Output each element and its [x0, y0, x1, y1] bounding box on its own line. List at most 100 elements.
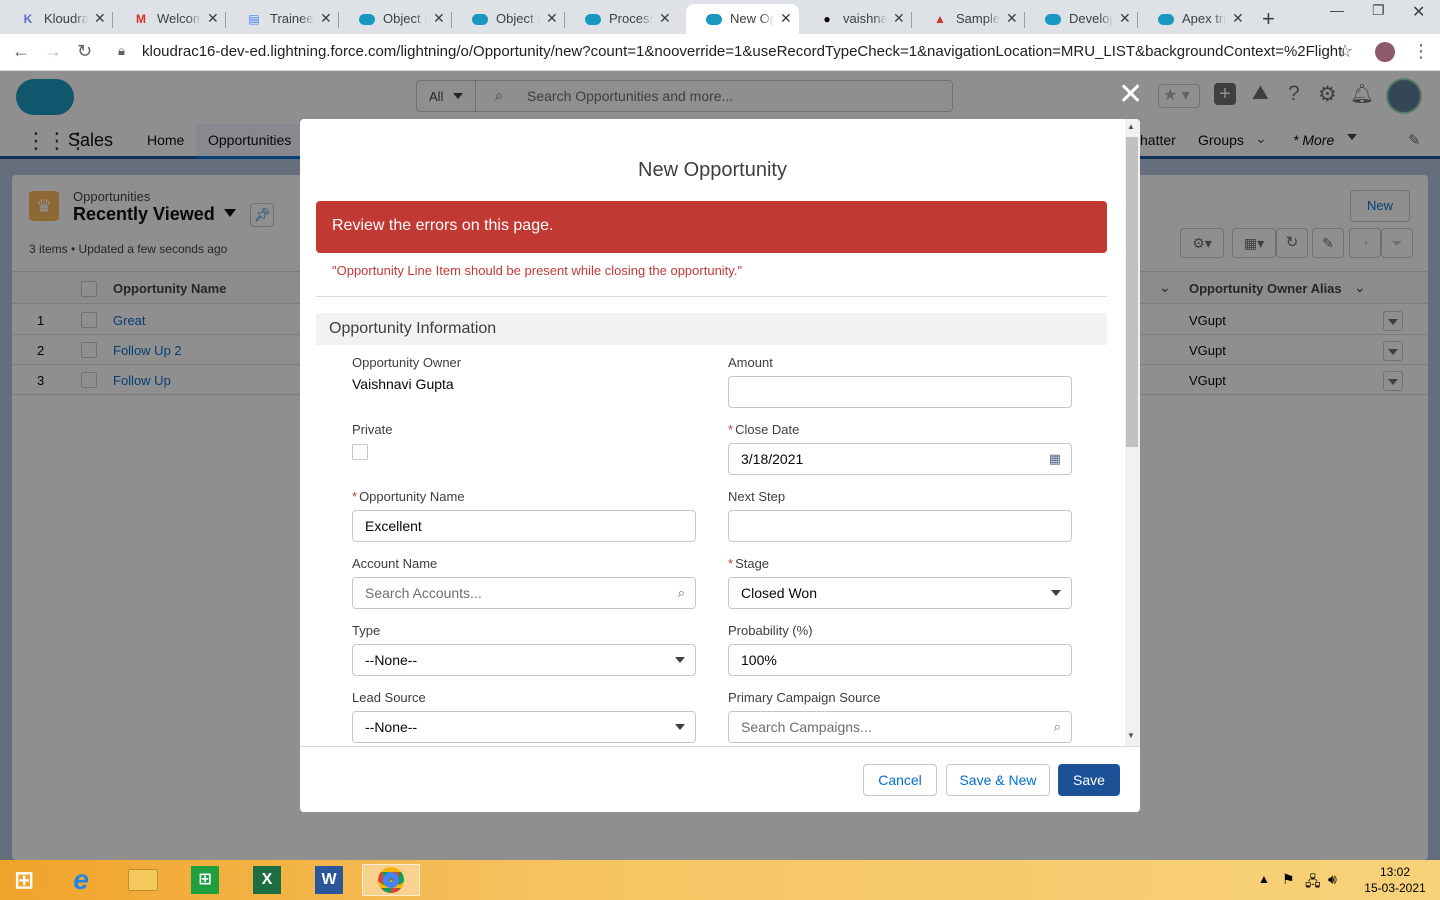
close-tab-icon[interactable]: ✕	[207, 10, 219, 27]
close-tab-icon[interactable]: ✕	[893, 10, 905, 27]
browser-tab[interactable]: Apex trig ✕	[1138, 4, 1251, 34]
kloudrac-icon: K	[23, 12, 33, 26]
lead-source-label: Lead Source	[352, 690, 426, 705]
browser-tab[interactable]: Develope ✕	[1025, 4, 1138, 34]
action-center-flag-icon[interactable]: ⚑	[1282, 871, 1295, 888]
close-tab-icon[interactable]: ✕	[659, 10, 671, 27]
probability-field[interactable]: 100%	[728, 644, 1072, 676]
close-modal-icon[interactable]: ✕	[1118, 80, 1143, 110]
close-window-button[interactable]: ✕	[1412, 2, 1425, 22]
excel-icon[interactable]: X	[249, 864, 285, 896]
browser-tab[interactable]: ▲ Sample T ✕	[912, 4, 1025, 34]
private-label: Private	[352, 422, 393, 437]
section-header[interactable]: Opportunity Information	[316, 313, 1107, 345]
stage-select[interactable]: Closed Won	[728, 577, 1072, 609]
reload-icon[interactable]: ↻	[77, 41, 92, 62]
salesforce-icon	[585, 11, 601, 27]
opportunity-name-label: * Opportunity Name	[352, 489, 465, 504]
minimize-window-button[interactable]: —	[1330, 2, 1344, 18]
show-hidden-icons[interactable]: ▲	[1258, 872, 1270, 886]
back-icon[interactable]: ←	[12, 41, 30, 62]
close-date-field[interactable]: 3/18/2021 ▦	[728, 443, 1072, 475]
file-explorer-icon[interactable]	[125, 864, 161, 896]
salesforce-icon	[1045, 11, 1061, 27]
probability-label: Probability (%)	[728, 623, 813, 638]
scroll-down-arrow-icon[interactable]: ▼	[1127, 731, 1135, 740]
campaign-search-input[interactable]: Search Campaigns... ⌕	[728, 711, 1072, 743]
divider	[316, 296, 1107, 297]
close-tab-icon[interactable]: ✕	[1232, 10, 1244, 27]
stage-label: * Stage	[728, 556, 770, 571]
salesforce-icon	[359, 11, 375, 27]
close-tab-icon[interactable]: ✕	[433, 10, 445, 27]
taskbar-clock[interactable]: 13:02 15-03-2021	[1355, 864, 1435, 896]
chevron-down-icon	[1051, 590, 1061, 596]
word-icon[interactable]: W	[311, 864, 347, 896]
address-bar[interactable]: kloudrac16-dev-ed.lightning.force.com/li…	[112, 40, 1344, 64]
trailhead-icon: ▲	[934, 12, 946, 26]
network-icon[interactable]: 🖧︎	[1305, 871, 1321, 895]
account-search-input[interactable]: Search Accounts... ⌕	[352, 577, 696, 609]
scrollbar-thumb[interactable]	[1126, 137, 1138, 447]
browser-tab[interactable]: ▤ Trainee E ✕	[226, 4, 339, 34]
calendar-icon[interactable]: ▦	[1049, 451, 1061, 467]
campaign-label: Primary Campaign Source	[728, 690, 881, 705]
error-banner: Review the errors on this page.	[316, 201, 1107, 253]
amount-field[interactable]	[728, 376, 1072, 408]
owner-value: Vaishnavi Gupta	[352, 376, 454, 392]
search-icon: ⌕	[1053, 719, 1061, 734]
google-docs-icon: ▤	[248, 12, 260, 26]
browser-tab[interactable]: Process E ✕	[565, 4, 678, 34]
owner-label: Opportunity Owner	[352, 355, 462, 370]
forward-icon[interactable]: →	[44, 41, 62, 62]
salesforce-icon	[706, 11, 722, 27]
close-tab-icon[interactable]: ✕	[1006, 10, 1018, 27]
browser-menu-icon[interactable]: ⋮	[1412, 41, 1430, 62]
next-step-label: Next Step	[728, 489, 786, 504]
error-message: "Opportunity Line Item should be present…	[332, 263, 743, 278]
save-and-new-button[interactable]: Save & New	[946, 764, 1050, 796]
browser-tab-active[interactable]: New Opp ✕	[686, 4, 799, 34]
new-opportunity-modal: New Opportunity Review the errors on thi…	[300, 119, 1140, 812]
type-select[interactable]: --None--	[352, 644, 696, 676]
type-label: Type	[352, 623, 381, 638]
bookmark-star-icon[interactable]: ☆	[1337, 41, 1353, 62]
close-date-label: * Close Date	[728, 422, 800, 437]
close-tab-icon[interactable]: ✕	[780, 10, 792, 27]
chevron-down-icon	[675, 657, 685, 663]
github-icon: ●	[823, 12, 831, 26]
chrome-icon[interactable]	[362, 864, 420, 896]
salesforce-icon	[472, 11, 488, 27]
profile-avatar[interactable]	[1375, 42, 1395, 62]
close-tab-icon[interactable]: ✕	[94, 10, 106, 27]
new-tab-button[interactable]: +	[1262, 6, 1275, 32]
account-name-label: Account Name	[352, 556, 438, 571]
browser-tab[interactable]: Object M ✕	[339, 4, 452, 34]
salesforce-icon	[1158, 11, 1174, 27]
close-tab-icon[interactable]: ✕	[320, 10, 332, 27]
lead-source-select[interactable]: --None--	[352, 711, 696, 743]
browser-tab-strip: K Kloudrac ✕ M Welcome ✕ ▤ Trainee E ✕ O…	[0, 0, 1440, 34]
volume-icon[interactable]: 🔊︎	[1328, 871, 1337, 888]
chevron-down-icon	[675, 724, 685, 730]
scroll-up-arrow-icon[interactable]: ▲	[1127, 122, 1135, 131]
next-step-field[interactable]	[728, 510, 1072, 542]
browser-tab[interactable]: ● vaishnavi ✕	[799, 4, 912, 34]
browser-tab[interactable]: Object M ✕	[452, 4, 565, 34]
restore-window-button[interactable]: ❐	[1372, 2, 1385, 19]
close-tab-icon[interactable]: ✕	[1119, 10, 1131, 27]
amount-label: Amount	[728, 355, 773, 370]
modal-title: New Opportunity	[638, 159, 787, 181]
gmail-icon: M	[136, 12, 146, 26]
opportunity-name-field[interactable]: Excellent	[352, 510, 696, 542]
save-button[interactable]: Save	[1058, 764, 1120, 796]
search-icon: ⌕	[677, 585, 685, 600]
store-icon[interactable]: ⊞	[187, 864, 223, 896]
browser-tab[interactable]: K Kloudrac ✕	[0, 4, 113, 34]
private-checkbox[interactable]	[352, 444, 368, 460]
cancel-button[interactable]: Cancel	[863, 764, 937, 796]
close-tab-icon[interactable]: ✕	[546, 10, 558, 27]
internet-explorer-icon[interactable]: e	[63, 864, 99, 896]
browser-tab[interactable]: M Welcome ✕	[113, 4, 226, 34]
windows-start-icon[interactable]: ⊞	[6, 864, 42, 896]
